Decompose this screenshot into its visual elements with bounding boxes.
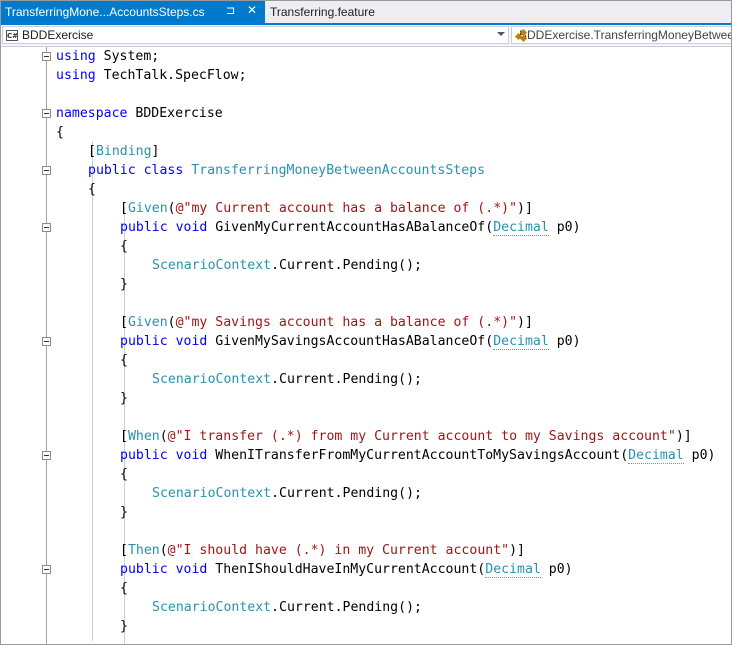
collapse-icon[interactable] [42,109,51,118]
code-line: [Binding] [88,144,160,159]
code-line: public class TransferringMoneyBetweenAcc… [88,163,486,178]
csharp-project-icon: C# [6,29,19,41]
code-line: ScenarioContext.Current.Pending(); [152,258,422,273]
tab-feature-file[interactable]: Transferring.feature [265,1,395,23]
code-line: ScenarioContext.Current.Pending(); [152,486,422,501]
collapse-icon[interactable] [42,451,51,460]
project-dropdown[interactable]: C# BDDExercise [2,26,509,44]
tab-steps-file[interactable]: TransferringMone...AccountsSteps.cs ⊐ ✕ [1,1,265,23]
code-line: { [56,125,64,140]
code-line: public void GivenMyCurrentAccountHasABal… [120,220,581,236]
code-line: public void GivenMySavingsAccountHasABal… [120,334,581,350]
collapse-icon[interactable] [42,337,51,346]
tab-label: TransferringMone...AccountsSteps.cs [5,5,205,19]
code-line: using System; [56,49,160,64]
code-line: } [120,505,128,520]
code-line: } [120,391,128,406]
close-icon[interactable]: ✕ [247,3,257,17]
code-line: { [120,353,128,368]
code-line: } [120,619,128,634]
collapse-icon[interactable] [42,166,51,175]
code-line: { [120,581,128,596]
code-line: namespace BDDExercise [56,106,223,121]
code-line: ScenarioContext.Current.Pending(); [152,372,422,387]
code-line: public void WhenITransferFromMyCurrentAc… [120,448,716,464]
editor-window: TransferringMone...AccountsSteps.cs ⊐ ✕ … [0,0,732,645]
code-editor[interactable]: using System; using TechTalk.SpecFlow; n… [1,47,731,644]
code-line: [Then(@"I should have (.*) in my Current… [120,543,525,558]
code-line: ScenarioContext.Current.Pending(); [152,600,422,615]
code-line: using TechTalk.SpecFlow; [56,68,247,83]
code-line: { [120,467,128,482]
collapse-icon[interactable] [42,52,51,61]
code-line: { [120,239,128,254]
collapse-icon[interactable] [42,565,51,574]
navigation-bar: C# BDDExercise BDDExercise.TransferringM… [1,25,731,47]
type-dropdown[interactable]: BDDExercise.TransferringMoneyBetweenAcco… [511,26,731,44]
code-line: [When(@"I transfer (.*) from my Current … [120,429,692,444]
code-line: { [88,182,96,197]
chevron-down-icon[interactable] [497,32,505,36]
code-line: [Given(@"my Current account has a balanc… [120,201,533,216]
project-dropdown-value: BDDExercise [22,28,94,42]
document-tab-strip: TransferringMone...AccountsSteps.cs ⊐ ✕ … [1,1,731,23]
type-dropdown-value: BDDExercise.TransferringMoneyBetweenAcco… [519,28,731,42]
code-line: } [120,277,128,292]
tab-label: Transferring.feature [270,5,375,19]
code-line: public void ThenIShouldHaveInMyCurrentAc… [120,562,573,578]
indent-guide [92,141,93,641]
collapse-icon[interactable] [42,223,51,232]
pin-icon[interactable]: ⊐ [226,4,235,17]
code-line: [Given(@"my Savings account has a balanc… [120,315,533,330]
